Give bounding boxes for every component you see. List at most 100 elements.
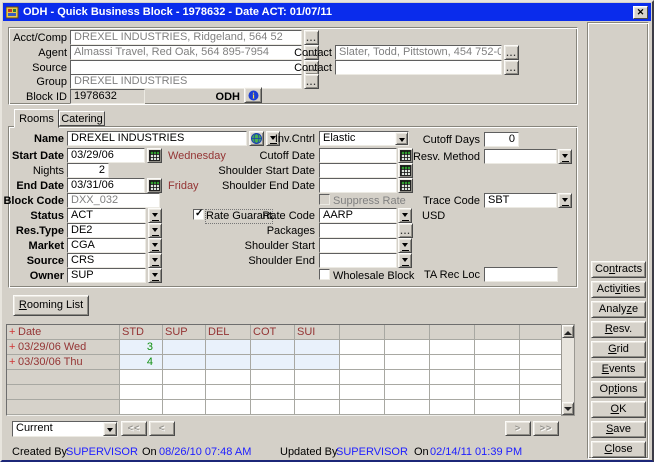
side-button-ok[interactable]: OK: [591, 401, 646, 418]
side-button-analyze[interactable]: Analyze: [591, 301, 646, 318]
grid-cell[interactable]: [295, 400, 340, 415]
trace-code-field[interactable]: SBT: [484, 193, 557, 208]
grid-cell[interactable]: [163, 340, 206, 355]
res-type-field[interactable]: DE2: [67, 223, 146, 238]
grid-cell[interactable]: [206, 385, 251, 400]
contact2-ellipsis-button[interactable]: ...: [504, 60, 519, 75]
source-lov-button[interactable]: [148, 253, 162, 268]
res-type-lov-button[interactable]: [148, 223, 162, 238]
grid-cell[interactable]: [295, 340, 340, 355]
grid-cell[interactable]: [206, 400, 251, 415]
shoulder-start-date-field[interactable]: [319, 163, 397, 178]
grid-cell[interactable]: [295, 355, 340, 370]
grid-cell[interactable]: [520, 370, 562, 385]
status-field[interactable]: ACT: [67, 208, 146, 223]
grid-cell[interactable]: [520, 355, 562, 370]
grid-cell[interactable]: [7, 370, 120, 385]
grid-cell[interactable]: [520, 385, 562, 400]
shoulder-end-lov-button[interactable]: [398, 253, 412, 268]
close-icon[interactable]: ✕: [633, 6, 648, 19]
side-button-options[interactable]: Options: [591, 381, 646, 398]
contact1-ellipsis-button[interactable]: ...: [504, 45, 519, 60]
grid-cell[interactable]: [340, 355, 385, 370]
grid-cell[interactable]: [385, 400, 430, 415]
grid-cell[interactable]: +03/29/06 Wed: [7, 340, 120, 355]
cutoff-date-field[interactable]: [319, 148, 397, 163]
pager-first-button[interactable]: <<: [121, 421, 147, 436]
tab-rooms[interactable]: Rooms: [14, 109, 59, 128]
packages-ellipsis-button[interactable]: ...: [398, 223, 413, 238]
grid-cell[interactable]: [206, 355, 251, 370]
grid-cell[interactable]: [120, 400, 163, 415]
block-code-field[interactable]: DXX_032: [67, 193, 160, 208]
rate-guarant-checkbox[interactable]: [193, 209, 204, 220]
grid-cell[interactable]: [340, 385, 385, 400]
grid-cell[interactable]: [120, 385, 163, 400]
grid-cell[interactable]: [340, 370, 385, 385]
owner-field[interactable]: SUP: [67, 268, 146, 283]
resv-method-lov-button[interactable]: [558, 149, 572, 164]
grid-cell[interactable]: [430, 400, 475, 415]
side-button-contracts[interactable]: Contracts: [591, 261, 646, 278]
side-button-resv[interactable]: Resv.: [591, 321, 646, 338]
rate-code-lov-button[interactable]: [398, 208, 412, 223]
start-date-calendar-button[interactable]: [147, 148, 162, 163]
contact1-field[interactable]: Slater, Todd, Pittstown, 454 752-0885: [335, 45, 502, 60]
side-button-save[interactable]: Save: [591, 421, 646, 438]
trace-code-lov-button[interactable]: [558, 193, 572, 208]
rooming-list-button[interactable]: Rooming List: [13, 295, 89, 316]
grid-cell[interactable]: [251, 385, 295, 400]
grid-cell[interactable]: [163, 370, 206, 385]
grid-cell[interactable]: [251, 370, 295, 385]
grid-cell[interactable]: [251, 400, 295, 415]
cutoff-days-field[interactable]: 0: [484, 132, 519, 147]
pager-prev-button[interactable]: <: [149, 421, 175, 436]
resv-method-field[interactable]: [484, 149, 557, 164]
scroll-down-icon[interactable]: [562, 402, 574, 415]
grid-cell[interactable]: [251, 355, 295, 370]
side-button-close[interactable]: Close: [591, 441, 646, 458]
shoulder-start-field[interactable]: [319, 238, 397, 253]
group-field[interactable]: DREXEL INDUSTRIES: [70, 74, 302, 89]
grid-cell[interactable]: +03/30/06 Thu: [7, 355, 120, 370]
grid-cell[interactable]: 3: [120, 340, 163, 355]
expand-icon[interactable]: +: [9, 355, 18, 369]
grid-cell[interactable]: [475, 385, 520, 400]
grid-cell[interactable]: [295, 370, 340, 385]
pager-next-button[interactable]: >: [505, 421, 531, 436]
side-button-activities[interactable]: Activities: [591, 281, 646, 298]
grid-cell[interactable]: [295, 385, 340, 400]
shoulder-end-date-field[interactable]: [319, 178, 397, 193]
market-field[interactable]: CGA: [67, 238, 146, 253]
grid-view-dropdown-button[interactable]: [103, 422, 117, 436]
grid-cell[interactable]: [385, 385, 430, 400]
odh-info-button[interactable]: i: [244, 87, 262, 103]
market-lov-button[interactable]: [148, 238, 162, 253]
acct-comp-ellipsis-button[interactable]: ...: [304, 30, 319, 45]
grid-cell[interactable]: [385, 340, 430, 355]
grid-cell[interactable]: [520, 400, 562, 415]
acct-comp-field[interactable]: DREXEL INDUSTRIES, Ridgeland, 564 52: [70, 30, 302, 45]
grid-cell[interactable]: [520, 340, 562, 355]
grid-cell[interactable]: 4: [120, 355, 163, 370]
grid-cell[interactable]: [430, 370, 475, 385]
agent-field[interactable]: Almassi Travel, Red Oak, 564 895-7954: [70, 45, 302, 60]
status-lov-button[interactable]: [148, 208, 162, 223]
grid-cell[interactable]: [430, 340, 475, 355]
grid-cell[interactable]: [163, 400, 206, 415]
packages-field[interactable]: [319, 223, 397, 238]
grid-cell[interactable]: [206, 340, 251, 355]
grid-cell[interactable]: [430, 355, 475, 370]
side-button-events[interactable]: Events: [591, 361, 646, 378]
nights-field[interactable]: 2: [67, 163, 109, 178]
source-rooms-field[interactable]: CRS: [67, 253, 146, 268]
grid-cell[interactable]: [251, 340, 295, 355]
pager-last-button[interactable]: >>: [533, 421, 559, 436]
group-ellipsis-button[interactable]: ...: [304, 74, 319, 89]
grid-cell[interactable]: [163, 385, 206, 400]
start-date-field[interactable]: 03/29/06: [67, 148, 145, 163]
shoulder-start-date-calendar-button[interactable]: [398, 163, 413, 178]
grid-cell[interactable]: [340, 400, 385, 415]
shoulder-end-field[interactable]: [319, 253, 397, 268]
wholesale-block-checkbox[interactable]: [319, 269, 330, 280]
